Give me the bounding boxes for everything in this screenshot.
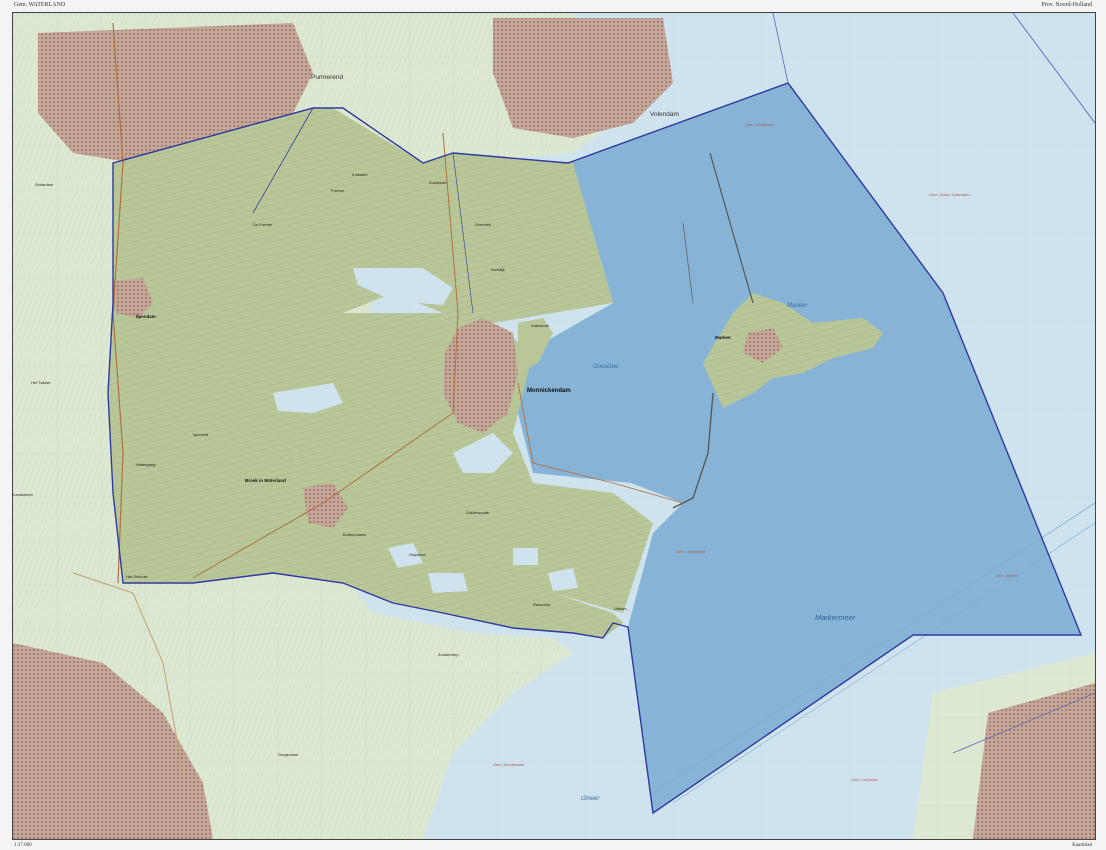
label-katwoude: Katwoude	[531, 323, 549, 328]
label-de-purmer: De Purmer	[253, 222, 273, 227]
label-gouwzee: Gouwzee	[593, 364, 619, 370]
sheet-note: Kaartblad	[1072, 843, 1092, 848]
label-uitdam: Uitdam	[614, 606, 627, 611]
province-header: Prov. Noord-Holland	[1041, 2, 1092, 8]
label-purmerend: Purmerend	[311, 74, 344, 81]
label-ilpendam: Ilpendam	[136, 314, 156, 319]
inner-water-6	[513, 548, 538, 565]
label-broek-in-waterland: Broek in Waterland	[245, 478, 286, 483]
label-markermeer: Markermeer	[815, 613, 856, 622]
municipality-header: Gem. WATERLAND	[14, 2, 66, 8]
label-gem-waterland-south: Gem. Waterland	[676, 549, 706, 554]
scale-note: 1:17.000	[14, 843, 32, 848]
topographic-map[interactable]: Purmerend Volendam Monnickendam Broek in…	[12, 12, 1096, 840]
label-gem-almere: Gem. Almere	[995, 573, 1019, 578]
label-zuideinde: Zuideinde	[429, 180, 447, 185]
label-zunderdorp: Zunderdorp	[438, 652, 459, 657]
label-watergang: Watergang	[136, 462, 156, 467]
label-zuiderwoude: Zuiderwoude	[466, 510, 490, 515]
label-gem-lelystad: Gem. Lelystad	[851, 777, 877, 782]
inner-water-5	[428, 573, 468, 593]
label-het-twiske: Het Twiske	[31, 380, 51, 385]
label-ijmeer: IJmeer	[581, 796, 600, 802]
label-durgerdam: Durgerdam	[278, 752, 299, 757]
label-kwadijk: Kwadijk	[491, 267, 505, 272]
label-het-schouw: Het Schouw	[126, 574, 148, 579]
label-holysloot: Holysloot	[409, 552, 426, 557]
label-gem-waterland-north: Gem. Waterland	[745, 122, 775, 127]
label-volendam: Volendam	[650, 111, 679, 118]
label-monnickendam: Monnickendam	[527, 388, 571, 394]
map-sheet: Gem. WATERLAND Prov. Noord-Holland Purme…	[0, 0, 1106, 850]
label-buitenhuizen: Buitenhuizen	[343, 532, 367, 537]
label-marken-village: Marken	[715, 335, 731, 340]
label-schardam: Schardam	[35, 182, 54, 187]
map-canvas	[13, 13, 1095, 839]
label-marken: Marken	[787, 303, 808, 309]
label-ilperveld: Ilperveld	[193, 432, 209, 437]
label-gem-edam-volendam: Gem. Edam-Volendam	[929, 192, 970, 197]
label-landsmeer: Landsmeer	[13, 492, 34, 497]
label-overleek: Overleek	[475, 222, 492, 227]
label-kolkdam: Kolkdam	[352, 172, 368, 177]
label-purmer: Purmer	[331, 188, 345, 193]
label-gem-amsterdam: Gem. Amsterdam	[493, 762, 525, 767]
label-ransdorp: Ransdorp	[533, 602, 551, 607]
